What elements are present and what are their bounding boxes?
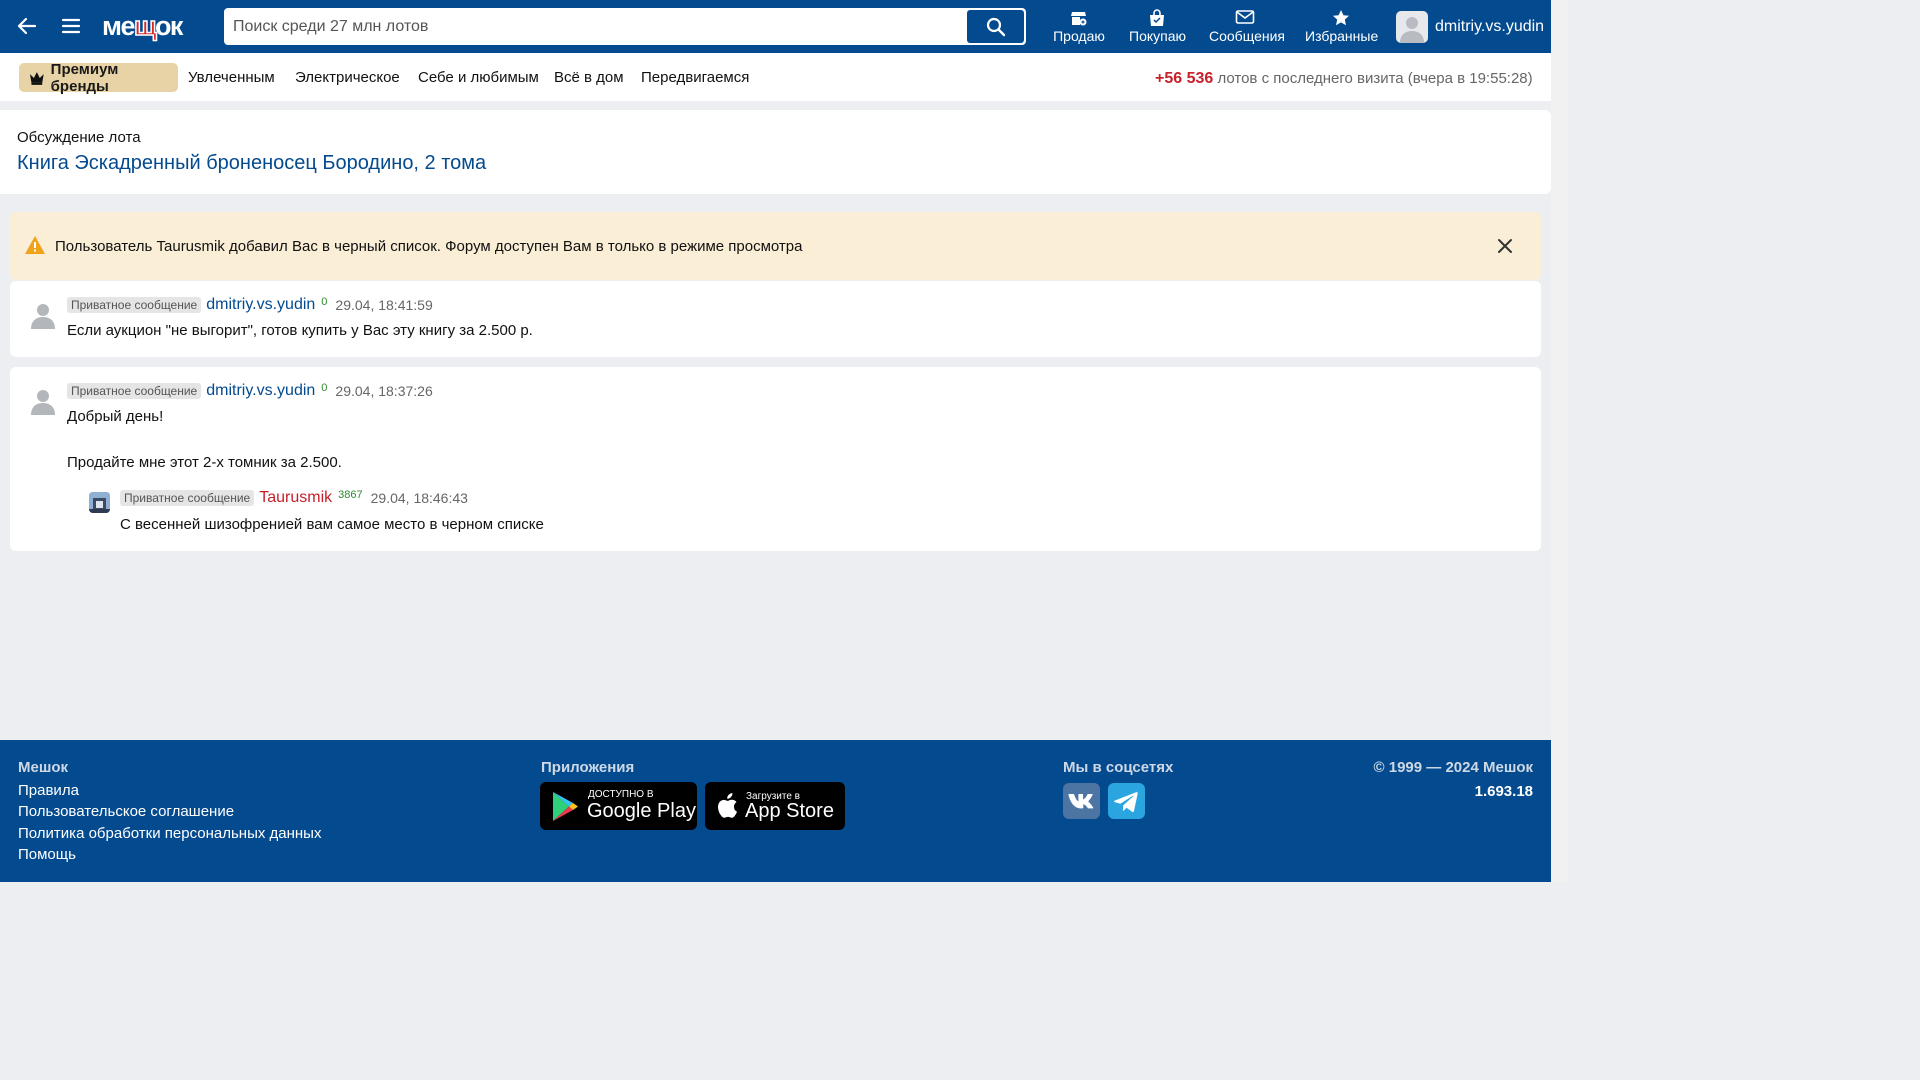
- user-rating: 0: [321, 382, 328, 394]
- user-rating: 0: [321, 296, 328, 308]
- footer-link[interactable]: Пользовательское соглашение: [18, 803, 234, 820]
- copyright: © 1999 — 2024 Мешок: [1373, 759, 1533, 776]
- shopping-bag-icon: [1129, 9, 1185, 28]
- reply-meta: Приватное сообщение Taurusmik 3867 29.04…: [120, 489, 468, 507]
- search-icon: [986, 17, 1006, 37]
- star-icon: [1305, 9, 1377, 28]
- message-card: Приватное сообщение dmitriy.vs.yudin 0 2…: [10, 367, 1541, 551]
- nav-favorites[interactable]: Избранные: [1305, 9, 1379, 45]
- message-meta: Приватное сообщение dmitriy.vs.yudin 0 2…: [67, 382, 433, 400]
- user-rating: 3867: [338, 489, 363, 501]
- new-lots-count: +56 536: [1155, 70, 1214, 87]
- reply-author-link[interactable]: Taurusmik: [259, 489, 332, 507]
- crown-icon: [29, 71, 44, 85]
- category-link[interactable]: Передвигаемся: [641, 69, 749, 86]
- warning-text: Пользователь Taurusmik добавил Вас в чер…: [55, 238, 803, 255]
- premium-brands-button[interactable]: Премиум бренды: [19, 60, 178, 95]
- telegram-icon[interactable]: [1108, 783, 1145, 819]
- message-card: Приватное сообщение dmitriy.vs.yudin 0 2…: [10, 281, 1541, 357]
- footer-social-title: Мы в соцсетях: [1063, 759, 1174, 776]
- nav-messages-label: Сообщения: [1209, 28, 1285, 44]
- logo-part: ме: [102, 11, 136, 41]
- avatar: [1396, 11, 1428, 43]
- category-link[interactable]: Всё в дом: [554, 69, 624, 86]
- back-arrow-icon[interactable]: [16, 15, 38, 37]
- message-time: 29.04, 18:37:26: [335, 383, 433, 399]
- private-message-badge: Приватное сообщение: [67, 297, 202, 313]
- username: dmitriy.vs.yudin: [1435, 18, 1545, 35]
- google-play-button[interactable]: ДОСТУПНО В Google Play: [540, 782, 697, 830]
- site-logo[interactable]: мещок: [102, 9, 184, 43]
- logo-part-highlight: щ: [133, 10, 157, 42]
- hamburger-menu-icon[interactable]: [60, 15, 82, 37]
- top-header: мещок Продаю Покупаю Сообщения Избранные: [0, 0, 1551, 53]
- app-store-button[interactable]: Загрузите в App Store: [705, 782, 845, 830]
- message-text-line: Добрый день!: [67, 408, 164, 425]
- nav-sell-label: Продаю: [1053, 28, 1105, 44]
- author-link[interactable]: dmitriy.vs.yudin: [206, 296, 315, 314]
- message-text-line: Продайте мне этот 2-х томник за 2.500.: [67, 454, 342, 471]
- private-message-badge: Приватное сообщение: [120, 490, 255, 506]
- footer-link[interactable]: Правила: [18, 782, 79, 799]
- footer-apps-title: Приложения: [541, 759, 635, 776]
- lot-title-card: Обсуждение лота Книга Эскадренный бронен…: [0, 110, 1551, 194]
- lot-title-link[interactable]: Книга Эскадренный броненосец Бородино, 2…: [17, 152, 486, 175]
- premium-brands-label: Премиум бренды: [50, 60, 119, 95]
- logo-part: ок: [154, 11, 184, 41]
- sell-icon: [1053, 9, 1105, 28]
- user-silhouette-icon: [29, 387, 57, 417]
- nav-buy[interactable]: Покупаю: [1129, 9, 1186, 45]
- close-icon[interactable]: [1497, 238, 1513, 254]
- google-play-small: ДОСТУПНО В: [588, 789, 654, 800]
- footer-link[interactable]: Политика обработки персональных данных: [18, 825, 321, 842]
- vk-icon[interactable]: [1063, 783, 1100, 819]
- nav-sell[interactable]: Продаю: [1053, 9, 1105, 45]
- category-link[interactable]: Увлеченным: [188, 69, 275, 86]
- reply-text: С весенней шизофренией вам самое место в…: [120, 516, 544, 533]
- warning-icon: [24, 235, 46, 255]
- message-text: Если аукцион "не выгорит", готов купить …: [67, 322, 533, 339]
- nav-messages[interactable]: Сообщения: [1209, 9, 1285, 45]
- nav-buy-label: Покупаю: [1129, 28, 1186, 44]
- google-play-big: Google Play: [587, 800, 696, 822]
- scrollbar[interactable]: [1551, 0, 1568, 882]
- search-input[interactable]: [224, 8, 964, 45]
- message-meta: Приватное сообщение dmitriy.vs.yudin 0 2…: [67, 296, 433, 314]
- author-link[interactable]: dmitriy.vs.yudin: [206, 382, 315, 400]
- google-play-icon: [553, 792, 578, 821]
- footer-link[interactable]: Помощь: [18, 846, 76, 863]
- blacklist-warning: Пользователь Taurusmik добавил Вас в чер…: [10, 212, 1541, 280]
- reply-avatar[interactable]: [89, 492, 110, 513]
- user-silhouette-icon: [29, 301, 57, 331]
- category-link[interactable]: Электрическое: [295, 69, 400, 86]
- user-menu[interactable]: dmitriy.vs.yudin: [1396, 11, 1544, 43]
- app-store-big: App Store: [745, 800, 834, 822]
- new-lots-text: лотов с последнего визита (вчера в 19:55…: [1217, 70, 1533, 87]
- category-bar: Премиум бренды Увлеченным Электрическое …: [0, 53, 1551, 101]
- mail-icon: [1209, 9, 1281, 28]
- message-time: 29.04, 18:46:43: [370, 490, 468, 506]
- discussion-label: Обсуждение лота: [17, 129, 141, 146]
- search-button[interactable]: [967, 10, 1024, 43]
- search-box: [224, 8, 1026, 45]
- nav-favorites-label: Избранные: [1305, 28, 1379, 44]
- footer: Мешок Правила Пользовательское соглашени…: [0, 740, 1551, 882]
- apple-icon: [718, 793, 737, 818]
- new-lots-counter: +56 536 лотов с последнего визита (вчера…: [1155, 70, 1533, 88]
- user-silhouette-icon: [1400, 17, 1424, 43]
- footer-site-title: Мешок: [18, 759, 69, 776]
- private-message-badge: Приватное сообщение: [67, 383, 202, 399]
- category-link[interactable]: Себе и любимым: [418, 69, 539, 86]
- message-time: 29.04, 18:41:59: [335, 297, 433, 313]
- app-version: 1.693.18: [1474, 783, 1533, 800]
